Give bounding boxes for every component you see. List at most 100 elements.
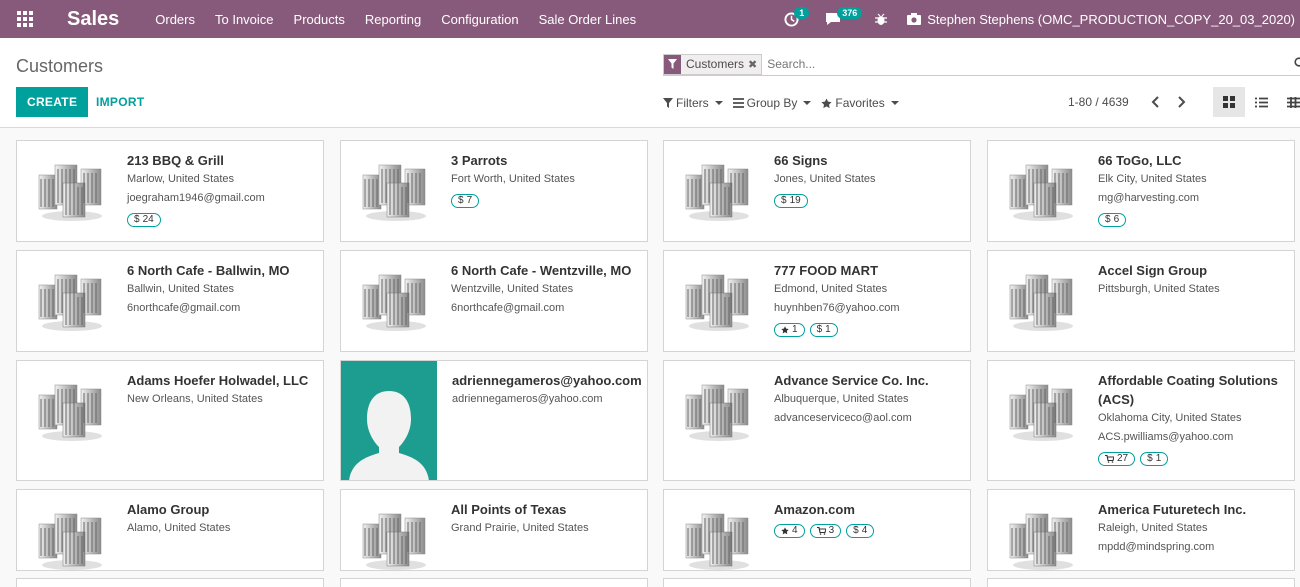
menu-configuration[interactable]: Configuration [441, 12, 518, 27]
dollar-count-tag[interactable]: $24 [127, 213, 161, 227]
import-button[interactable]: IMPORT [88, 87, 152, 117]
activity-button[interactable]: 1 [784, 0, 810, 38]
user-menu[interactable]: Stephen Stephens (OMC_PRODUCTION_COPY_20… [907, 12, 1295, 27]
card-body: 6 North Cafe - Wentzville, MO Wentzville,… [451, 261, 637, 318]
filters-dropdown[interactable]: Filters [663, 96, 723, 110]
customer-name: Affordable Coating Solutions (ACS) [1098, 373, 1278, 407]
customer-card[interactable]: 66 ToGo, LLC Elk City, United States mg@ha… [987, 140, 1295, 242]
dollar-icon: $ [853, 525, 859, 536]
card-body: 3 Parrots Fort Worth, United States $7 [451, 151, 637, 208]
star-count-tag[interactable]: 1 [774, 323, 805, 337]
menu-orders[interactable]: Orders [155, 12, 195, 27]
customer-card[interactable]: 777 FOOD MART Edmond, United States huynhb… [663, 250, 971, 352]
card-tags: $6 [1098, 213, 1284, 227]
dollar-count-tag[interactable]: $4 [846, 524, 875, 538]
customer-name: All Points of Texas [451, 502, 567, 517]
customer-card[interactable]: Affordable Coating Solutions (ACS) Oklaho… [987, 360, 1295, 481]
company-building-icon [1008, 381, 1078, 443]
pager-next-button[interactable] [1172, 92, 1192, 112]
company-building-icon [37, 271, 107, 333]
customer-location: Fort Worth, United States [451, 173, 575, 185]
card-tags: $19 [774, 194, 960, 208]
pager-previous-button[interactable] [1145, 92, 1165, 112]
customer-card[interactable]: Adams Hoefer Holwadel, LLC New Orleans, U… [16, 360, 324, 481]
kanban-view-button[interactable] [1213, 87, 1245, 117]
customer-card[interactable]: 3 Parrots Fort Worth, United States $7 [340, 140, 648, 242]
debug-button[interactable] [875, 0, 888, 38]
customer-card[interactable]: 66 Signs Jones, United States $19 [663, 140, 971, 242]
customer-card[interactable]: 213 BBQ & Grill Marlow, United States joeg… [16, 140, 324, 242]
filter-icon [663, 98, 673, 108]
customer-location: Jones, United States [774, 173, 876, 185]
cart-count-tag[interactable]: 3 [809, 524, 842, 538]
dollar-count-tag[interactable]: $6 [1098, 213, 1127, 227]
customer-name: Amazon.com [774, 502, 855, 517]
card-body: 777 FOOD MART Edmond, United States huynhb… [774, 261, 960, 337]
dollar-count-tag[interactable]: $7 [451, 194, 480, 208]
customer-card[interactable]: America Futuretech Inc. Raleigh, United S… [987, 489, 1295, 571]
dollar-icon: $ [1147, 453, 1153, 464]
create-button[interactable]: CREATE [16, 87, 89, 117]
cart-count-tag[interactable]: 27 [1098, 452, 1136, 466]
customer-card[interactable] [16, 578, 324, 587]
control-panel: Customers CREATE IMPORT Customers ✖ Filt… [0, 38, 1300, 128]
app-name[interactable]: Sales [67, 8, 119, 31]
customer-email: advanceserviceco@aol.com [774, 412, 912, 424]
dollar-count-tag[interactable]: $1 [1140, 452, 1169, 466]
apps-menu-button[interactable] [0, 0, 50, 38]
customer-card[interactable]: adriennegameros@yahoo.com adriennegameros… [340, 360, 648, 481]
card-body: Accel Sign Group Pittsburgh, United State… [1098, 261, 1284, 299]
list-view-button[interactable] [1245, 87, 1277, 117]
dollar-icon: $ [1105, 214, 1111, 225]
customer-card[interactable]: Amazon.com 4 3 $4 [663, 489, 971, 571]
star-count-tag[interactable]: 4 [774, 524, 805, 538]
customer-name: America Futuretech Inc. [1098, 502, 1247, 517]
menu-products[interactable]: Products [294, 12, 345, 27]
facet-remove-icon[interactable]: ✖ [748, 58, 761, 71]
card-body: 213 BBQ & Grill Marlow, United States joeg… [127, 151, 313, 227]
customer-name: adriennegameros@yahoo.com [452, 373, 642, 388]
list-view-icon [1254, 97, 1268, 107]
customer-card[interactable] [340, 578, 648, 587]
menu-sale-order-lines[interactable]: Sale Order Lines [539, 12, 637, 27]
dollar-count-tag[interactable]: $1 [809, 323, 838, 337]
customer-email: joegraham1946@gmail.com [127, 192, 265, 204]
menu-reporting[interactable]: Reporting [365, 12, 421, 27]
cart-icon [1105, 455, 1114, 463]
customer-card[interactable]: Alamo Group Alamo, United States [16, 489, 324, 571]
customer-location: Grand Prairie, United States [451, 522, 589, 534]
customer-card[interactable]: 6 North Cafe - Wentzville, MO Wentzville,… [340, 250, 648, 352]
menu-to-invoice[interactable]: To Invoice [215, 12, 274, 27]
customer-name: Alamo Group [127, 502, 210, 517]
customer-card[interactable] [987, 578, 1295, 587]
customer-email: 6northcafe@gmail.com [451, 302, 565, 314]
company-building-icon [361, 510, 431, 570]
customer-card[interactable]: 6 North Cafe - Ballwin, MO Ballwin, Unite… [16, 250, 324, 352]
customer-card[interactable]: Advance Service Co. Inc. Albuquerque, Uni… [663, 360, 971, 481]
customer-name: 66 ToGo, LLC [1098, 153, 1182, 168]
pager-value[interactable]: 1-80 / 4639 [1068, 95, 1129, 109]
grid-view-button[interactable] [1277, 87, 1300, 117]
favorites-dropdown[interactable]: Favorites [821, 96, 899, 110]
dollar-icon: $ [458, 195, 464, 206]
customer-location: Albuquerque, United States [774, 393, 909, 405]
chevron-right-icon [1178, 96, 1186, 108]
customer-card[interactable] [663, 578, 971, 587]
customer-email: 6northcafe@gmail.com [127, 302, 241, 314]
search-input[interactable] [767, 57, 1268, 71]
message-count-badge: 376 [837, 7, 863, 19]
page-title: Customers [16, 56, 104, 76]
search-icon[interactable] [1294, 57, 1300, 69]
customer-card[interactable]: Accel Sign Group Pittsburgh, United State… [987, 250, 1295, 352]
customer-location: Oklahoma City, United States [1098, 412, 1242, 424]
messages-button[interactable]: 376 [825, 0, 863, 38]
customer-name: Advance Service Co. Inc. [774, 373, 929, 388]
groupby-dropdown[interactable]: Group By [732, 96, 812, 110]
dollar-count-tag[interactable]: $19 [774, 194, 808, 208]
kanban-view-icon [1223, 96, 1235, 108]
card-body: Amazon.com 4 3 $4 [774, 500, 960, 538]
customer-card[interactable]: All Points of Texas Grand Prairie, United… [340, 489, 648, 571]
kanban-view: 213 BBQ & Grill Marlow, United States joeg… [0, 128, 1300, 587]
customer-email: mpdd@mindspring.com [1098, 541, 1215, 553]
customer-name: 213 BBQ & Grill [127, 153, 224, 168]
